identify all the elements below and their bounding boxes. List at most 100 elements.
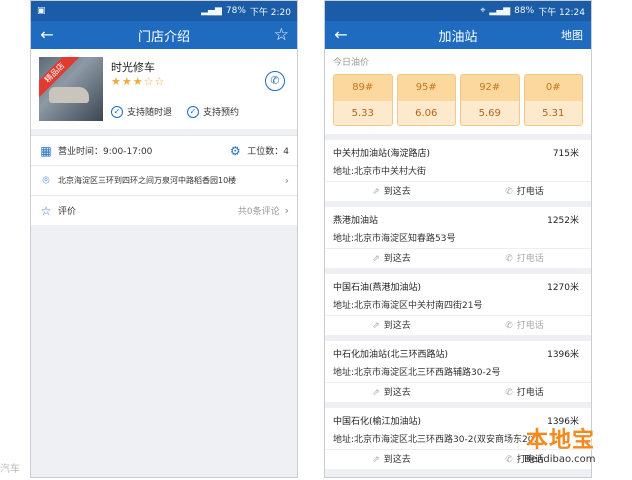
status-time: 下午 12:24 <box>538 7 585 18</box>
gas-station-screen: ⌖ ▂▄▆ 88% 下午 12:24 ← 加油站 地图 今日油价 89# 5.3… <box>324 0 592 478</box>
station-distance: 1252米 <box>547 216 579 226</box>
check-icon: ✓ <box>187 105 199 118</box>
navigate-icon: ⇗ <box>372 388 380 398</box>
navigate-button[interactable]: ⇗ 到这去 <box>325 450 458 469</box>
station-item[interactable]: 燕港加油站 1252米 地址:北京市海淀区知春路53号 ⇗ 到这去 ✆ 打电话 <box>325 207 591 268</box>
page-title: 加油站 <box>438 29 478 45</box>
station-actions: ⇗ 到这去 ✆ 打电话 <box>325 248 591 268</box>
navigate-icon: ⇗ <box>372 321 380 331</box>
signal-icon: ▂▄▆ <box>201 6 222 16</box>
back-arrow-icon[interactable]: ← <box>31 21 63 49</box>
fuel-price: 6.06 <box>397 101 455 125</box>
battery-text: 78% <box>225 6 246 16</box>
navigate-button[interactable]: ⇗ 到这去 <box>325 249 458 268</box>
station-distance: 715米 <box>552 149 579 159</box>
station-address: 地址:北京市海淀区北三环西路辅路30-2号 <box>333 368 501 378</box>
shop-name: 时光修车 <box>111 61 155 74</box>
back-arrow-icon[interactable]: ← <box>325 21 357 49</box>
call-button[interactable]: ✆ 打电话 <box>458 316 591 335</box>
tag-refund: ✓ 支持随时退 <box>111 105 172 118</box>
review-row[interactable]: ☆ 评价 共0条评论 › <box>31 195 297 225</box>
address-row[interactable]: ⌾ 北京海淀区三环到四环之间万泉河中路稻香园10楼 › <box>31 165 297 195</box>
fuel-price: 5.69 <box>461 101 519 125</box>
nav-bar: ← 门店介绍 ☆ <box>31 21 297 49</box>
station-address: 地址:北京市中关村大街 <box>333 167 427 177</box>
station-name: 燕港加油站 <box>333 216 379 226</box>
station-name: 中石化加油站(北三环西路站) <box>333 350 449 360</box>
fuel-price: 5.31 <box>524 101 582 125</box>
price-cards: 89# 5.33 95# 6.06 92# 5.69 0# 5.31 <box>333 74 583 126</box>
station-name: 中关村加油站(海淀路店) <box>333 149 431 159</box>
tag-label: 支持预约 <box>203 108 240 118</box>
navigate-button[interactable]: ⇗ 到这去 <box>325 316 458 335</box>
tag-label: 支持随时退 <box>127 108 173 118</box>
shop-photo: 精品店 <box>39 57 103 121</box>
price-section: 今日油价 89# 5.33 95# 6.06 92# 5.69 0# 5.31 <box>325 49 591 134</box>
station-name: 中国石油(燕港加油站) <box>333 283 422 293</box>
station-actions: ⇗ 到这去 ✆ 打电话 <box>325 382 591 402</box>
check-icon: ✓ <box>111 105 123 118</box>
status-bar: ▣ ▂▄▆ 78% 下午 2:20 <box>31 1 297 21</box>
price-card: 0# 5.31 <box>523 74 583 126</box>
navigate-label: 到这去 <box>383 254 411 264</box>
navigate-label: 到这去 <box>383 321 411 331</box>
status-bar: ⌖ ▂▄▆ 88% 下午 12:24 <box>325 1 591 21</box>
price-card: 95# 6.06 <box>396 74 456 126</box>
navigate-icon: ⇗ <box>372 455 380 465</box>
footer-text: 汽车 <box>0 464 20 475</box>
phone-icon: ✆ <box>505 455 513 465</box>
calendar-icon: ▦ <box>40 143 52 158</box>
call-label: 打电话 <box>516 254 544 264</box>
page-title: 门店介绍 <box>137 29 190 45</box>
station-name: 中国石化(榆江加油站) <box>333 417 422 427</box>
fuel-price: 5.33 <box>334 101 392 125</box>
shop-card: 精品店 时光修车 ★★★☆☆ ✆ ✓ 支持随时退 ✓ 支持预约 <box>31 49 297 129</box>
call-label: 打电话 <box>516 187 544 197</box>
station-item[interactable]: 中石化加油站(北三环西路站) 1396米 地址:北京市海淀区北三环西路辅路30-… <box>325 341 591 402</box>
hours-row: ▦ 营业时间：9:00-17:00 ⚙ 工位数：4 <box>31 135 297 165</box>
price-card: 92# 5.69 <box>460 74 520 126</box>
location-pin-icon: ⌾ <box>42 173 50 187</box>
navigate-button[interactable]: ⇗ 到这去 <box>325 182 458 201</box>
phone-icon: ✆ <box>505 388 513 398</box>
chevron-right-icon: › <box>284 174 289 187</box>
call-button[interactable]: ✆ 打电话 <box>458 383 591 402</box>
call-button[interactable]: ✆ 打电话 <box>458 249 591 268</box>
watermark-small: Bendibao.com <box>524 454 596 465</box>
phone-icon: ✆ <box>505 187 513 197</box>
phone-icon[interactable]: ✆ <box>265 71 285 91</box>
tag-booking: ✓ 支持预约 <box>187 105 239 118</box>
location-icon: ⌖ <box>480 6 486 16</box>
station-item[interactable]: 中国石油(燕港加油站) 1270米 地址:北京市海淀区中关村南四街21号 ⇗ 到这… <box>325 274 591 335</box>
star-outline-icon[interactable]: ☆ <box>274 25 297 45</box>
station-address: 地址:北京市海淀区知春路53号 <box>333 234 456 244</box>
navigate-label: 到这去 <box>383 455 411 465</box>
navigate-label: 到这去 <box>383 187 411 197</box>
station-item[interactable]: 中关村加油站(海淀路店) 715米 地址:北京市中关村大街 ⇗ 到这去 ✆ 打电话 <box>325 140 591 201</box>
car-shape <box>49 87 89 103</box>
navigate-label: 到这去 <box>383 388 411 398</box>
phone-icon: ✆ <box>505 254 513 264</box>
app-icon: ▣ <box>37 6 46 16</box>
shop-detail-screen: ▣ ▂▄▆ 78% 下午 2:20 ← 门店介绍 ☆ 精品店 时光修车 ★★★☆… <box>30 0 298 478</box>
nav-bar: ← 加油站 地图 <box>325 21 591 49</box>
station-address: 地址:北京市海淀区北三环西路30-2(双安商场东200 <box>333 435 540 445</box>
navigate-button[interactable]: ⇗ 到这去 <box>325 383 458 402</box>
fuel-grade: 95# <box>397 75 455 101</box>
navigate-icon: ⇗ <box>372 254 380 264</box>
workstation-count: 工位数：4 <box>247 147 289 157</box>
navigate-icon: ⇗ <box>372 187 380 197</box>
fuel-grade: 89# <box>334 75 392 101</box>
map-button[interactable]: 地图 <box>561 27 591 43</box>
station-actions: ⇗ 到这去 ✆ 打电话 <box>325 315 591 335</box>
rating-stars: ★★★☆☆ <box>111 75 166 88</box>
workstation-icon: ⚙ <box>229 143 241 158</box>
station-distance: 1270米 <box>547 283 579 293</box>
station-address: 地址:北京市海淀区中关村南四街21号 <box>333 301 483 311</box>
station-actions: ⇗ 到这去 ✆ 打电话 <box>325 181 591 201</box>
battery-text: 88% <box>514 6 535 16</box>
call-button[interactable]: ✆ 打电话 <box>458 182 591 201</box>
station-distance: 1396米 <box>547 350 579 360</box>
chevron-right-icon: › <box>284 204 289 217</box>
fuel-grade: 0# <box>524 75 582 101</box>
